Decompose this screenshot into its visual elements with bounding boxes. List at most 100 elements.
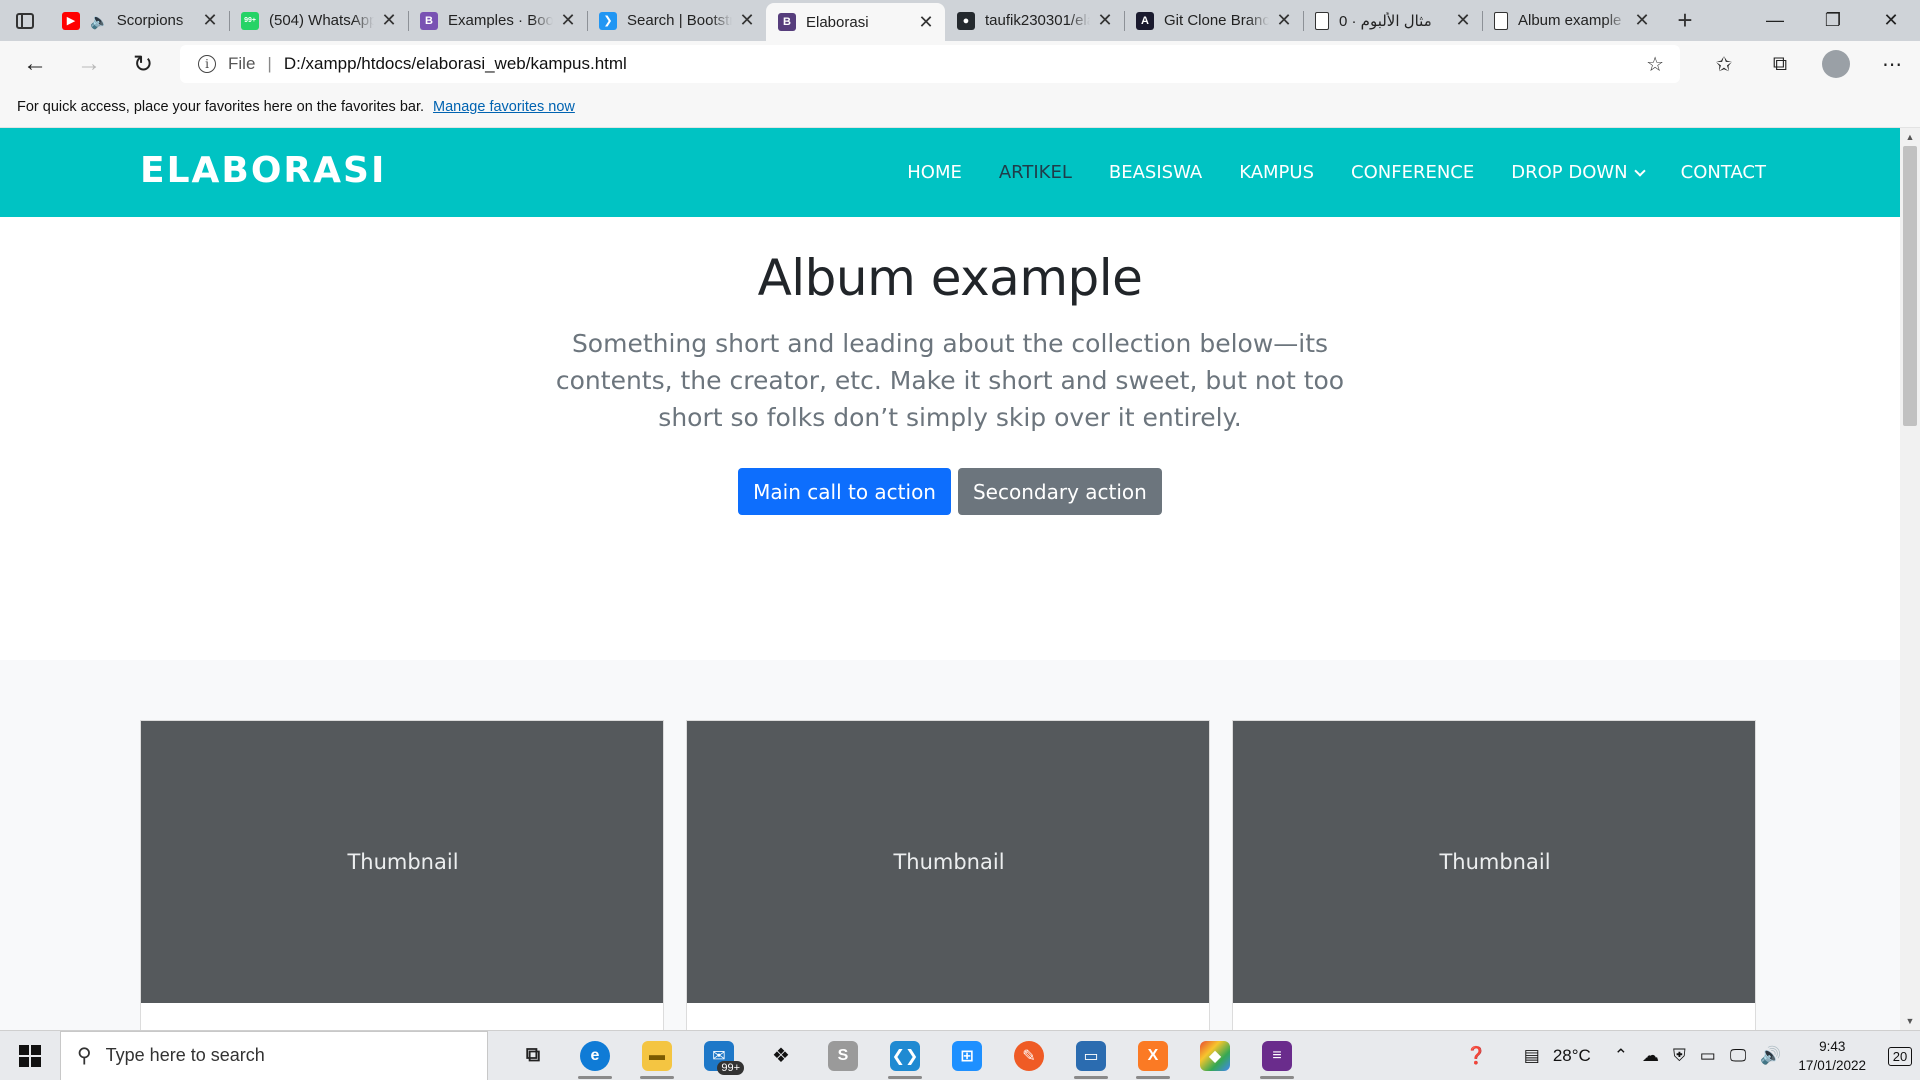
mail-badge: 99+ [717, 1060, 744, 1075]
tab-title: مثال الألبوم · 0 [1339, 12, 1432, 30]
scrollbar-thumb[interactable] [1903, 146, 1917, 426]
tab-title: Scorpions [116, 12, 184, 29]
close-tab-icon[interactable]: ✕ [1454, 10, 1472, 31]
nav-link-artikel[interactable]: ARTIKEL [999, 162, 1072, 183]
secondary-action-button[interactable]: Secondary action [957, 468, 1162, 515]
xampp-taskbar-button[interactable]: X [1122, 1031, 1184, 1080]
nav-link-kampus[interactable]: KAMPUS [1239, 162, 1314, 183]
task-view-icon: ⧉ [525, 1044, 541, 1066]
restore-icon[interactable]: ❐ [1804, 0, 1862, 41]
back-button[interactable]: ← [8, 41, 62, 87]
tab-list: ▶ 🔈 Scorpions ✕ 99+ (504) WhatsApp ✕ B Examples … [50, 0, 1661, 41]
close-tab-icon[interactable]: ✕ [201, 10, 219, 31]
mail-taskbar-button[interactable]: ✉ 99+ [688, 1031, 750, 1080]
taskbar-search-box[interactable]: ⚲ Type here to search [60, 1030, 488, 1080]
edge-taskbar-button[interactable]: e [564, 1031, 626, 1080]
taskbar-search-placeholder: Type here to search [105, 1045, 265, 1065]
settings-more-icon[interactable]: ⋯ [1864, 52, 1920, 77]
network-warning-icon[interactable]: ☁ [1642, 1046, 1659, 1066]
winrar-taskbar-button[interactable]: ≡ [1246, 1031, 1308, 1080]
dropbox-taskbar-button[interactable]: ❖ [750, 1031, 812, 1080]
profile-avatar [1822, 50, 1850, 78]
sublime-taskbar-button[interactable]: S [812, 1031, 874, 1080]
tab-title: Album example [1518, 12, 1622, 29]
start-button[interactable] [0, 1031, 60, 1080]
profile-button[interactable] [1808, 50, 1864, 78]
site-brand[interactable]: ELABORASI [140, 150, 386, 191]
close-tab-icon[interactable]: ✕ [917, 12, 935, 33]
task-view-button[interactable]: ⧉ [502, 1031, 564, 1080]
sublime-text-icon: S [828, 1040, 858, 1071]
weather-icon[interactable]: ▤ [1524, 1046, 1540, 1066]
browser-tab[interactable]: Album example ✕ [1482, 3, 1661, 38]
git-kraken-icon: ◆ [1200, 1040, 1230, 1071]
taskbar-apps: ⧉ e ▬ ✉ 99+ ❖ S ❮❯ ⊞ ✎ ▭ X ◆ ≡ [502, 1031, 1308, 1080]
close-tab-icon[interactable]: ✕ [1096, 10, 1114, 31]
site-info-icon[interactable]: i [198, 55, 216, 73]
forward-button[interactable]: → [62, 41, 116, 87]
main-call-to-action-button[interactable]: Main call to action [738, 468, 951, 515]
postman-taskbar-button[interactable]: ✎ [998, 1031, 1060, 1080]
browser-tab[interactable]: B Examples · Bootstrap ✕ [408, 3, 587, 38]
nav-link-contact[interactable]: CONTACT [1681, 162, 1766, 183]
nav-link-beasiswa[interactable]: BEASISWA [1109, 162, 1202, 183]
window-app-taskbar-button[interactable]: ▭ [1060, 1031, 1122, 1080]
nav-link-home[interactable]: HOME [907, 162, 962, 183]
manage-favorites-link[interactable]: Manage favorites now [433, 99, 575, 115]
notification-count: 20 [1887, 1046, 1913, 1066]
scroll-down-icon[interactable]: ▼ [1900, 1012, 1920, 1030]
file-explorer-taskbar-button[interactable]: ▬ [626, 1031, 688, 1080]
collections-icon[interactable]: ⧉ [1752, 53, 1808, 76]
album-card: Thumbnail [1232, 720, 1756, 1030]
window-controls: — ❐ ✕ [1746, 0, 1920, 41]
browser-tab[interactable]: B Elaborasi ✕ [766, 3, 945, 41]
help-icon[interactable]: ❓ [1466, 1046, 1487, 1066]
security-icon[interactable]: ⛨ [1673, 1046, 1686, 1066]
github-icon: ● [957, 11, 975, 30]
close-tab-icon[interactable]: ✕ [1633, 10, 1651, 31]
clock[interactable]: 9:43 17/01/2022 [1798, 1037, 1866, 1075]
favorites-bar-message: For quick access, place your favorites h… [17, 99, 425, 115]
page-scrollbar[interactable]: ▲ ▼ [1900, 128, 1920, 1030]
display-icon[interactable]: 🖵 [1730, 1046, 1746, 1066]
browser-tab[interactable]: A Git Clone Branch ✕ [1124, 3, 1303, 38]
favorites-icon[interactable]: ✩ [1696, 52, 1752, 77]
whatsapp-icon: 99+ [241, 11, 259, 30]
nav-link-conference[interactable]: CONFERENCE [1351, 162, 1474, 183]
browser-tab[interactable]: ● taufik230301/elaborasi ✕ [945, 3, 1124, 38]
temperature-text[interactable]: 28°C [1553, 1046, 1591, 1066]
browser-tab[interactable]: ❯ Search | Bootstrap ✕ [587, 3, 766, 38]
close-tab-icon[interactable]: ✕ [380, 10, 398, 31]
search-bootstrap-icon: ❯ [599, 11, 617, 30]
url-field[interactable]: i File | D:/xampp/htdocs/elaborasi_web/k… [180, 45, 1680, 83]
nav-link-label: CONTACT [1680, 162, 1766, 183]
browser-tab[interactable]: 99+ (504) WhatsApp ✕ [229, 3, 408, 38]
volume-icon[interactable]: 🔊 [1760, 1046, 1781, 1066]
nav-link-label: BEASISWA [1108, 162, 1203, 183]
speaker-icon[interactable]: 🔈 [90, 12, 109, 30]
git-taskbar-button[interactable]: ◆ [1184, 1031, 1246, 1080]
battery-icon[interactable]: ▭ [1700, 1046, 1716, 1066]
close-tab-icon[interactable]: ✕ [559, 10, 577, 31]
page-title: Album example [757, 249, 1143, 307]
close-window-icon[interactable]: ✕ [1862, 0, 1920, 41]
store-taskbar-button[interactable]: ⊞ [936, 1031, 998, 1080]
refresh-button[interactable]: ↻ [116, 41, 170, 87]
nav-link-label: ARTIKEL [998, 162, 1072, 183]
scroll-up-icon[interactable]: ▲ [1900, 128, 1920, 146]
add-favorite-icon[interactable]: ☆ [1646, 52, 1664, 77]
show-hidden-icons-icon[interactable]: ⌃ [1614, 1046, 1628, 1066]
tab-actions-button[interactable] [0, 0, 50, 41]
close-tab-icon[interactable]: ✕ [1275, 10, 1293, 31]
browser-tab[interactable]: مثال الألبوم · 0 ✕ [1303, 3, 1482, 38]
nav-link-label: DROP DOWN [1511, 162, 1628, 183]
site-icon: A [1136, 11, 1154, 30]
notification-center-button[interactable]: 20 [1880, 1031, 1920, 1080]
new-tab-button[interactable]: + [1665, 3, 1705, 38]
vscode-taskbar-button[interactable]: ❮❯ [874, 1031, 936, 1080]
hero-buttons: Main call to action Secondary action [0, 468, 1900, 515]
close-tab-icon[interactable]: ✕ [738, 10, 756, 31]
browser-tab[interactable]: ▶ 🔈 Scorpions ✕ [50, 3, 229, 38]
nav-link-drop-down[interactable]: DROP DOWN [1511, 162, 1646, 183]
minimize-icon[interactable]: — [1746, 0, 1804, 41]
